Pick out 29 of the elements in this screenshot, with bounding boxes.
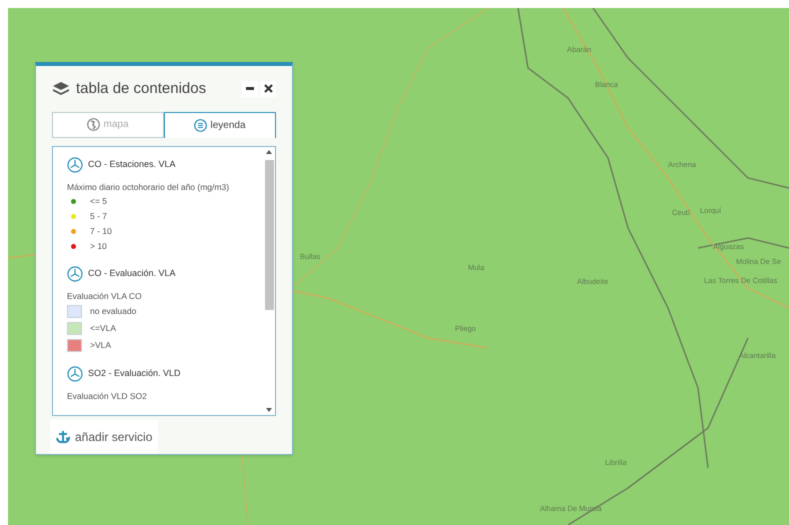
layer-icon (67, 157, 83, 174)
layer-title: SO2 - Evaluación. VLD (88, 366, 181, 380)
legend-label: 7 - 10 (90, 225, 112, 238)
legend-label: no evaluado (90, 305, 136, 318)
tab[interactable]: leyenda (164, 112, 276, 138)
minimize-icon (246, 87, 254, 90)
legend-label: <= 5 (90, 195, 108, 208)
scroll-up-icon (266, 150, 272, 154)
layer-title: CO - Estaciones. VLA (88, 158, 176, 172)
legend-label: > 10 (90, 240, 107, 253)
legend-caption: Evaluación VLA CO (67, 290, 143, 303)
legend-label: >VLA (90, 339, 112, 352)
close-button[interactable] (260, 80, 276, 97)
legend-caption: Máximo diario octohorario del año (mg/m3) (67, 181, 230, 194)
add-service-button[interactable]: añadir servicio (50, 420, 158, 454)
legend-label: 5 - 7 (90, 210, 108, 223)
close-icon (264, 84, 272, 94)
anchor-icon (56, 430, 70, 444)
layer-title: CO - Evaluación. VLA (88, 267, 176, 280)
layer-icon (67, 366, 83, 382)
legend-caption: Evaluación VLD SO2 (67, 390, 148, 402)
minimize-button[interactable] (242, 80, 258, 97)
scroll-thumb[interactable] (264, 160, 274, 310)
scroll-down-icon (266, 408, 272, 412)
panel-title: tabla de contenidos (76, 78, 206, 99)
list-icon (194, 118, 208, 132)
layers-icon (52, 80, 70, 97)
layer-icon (67, 266, 83, 282)
legend-label: <=VLA (90, 322, 116, 336)
